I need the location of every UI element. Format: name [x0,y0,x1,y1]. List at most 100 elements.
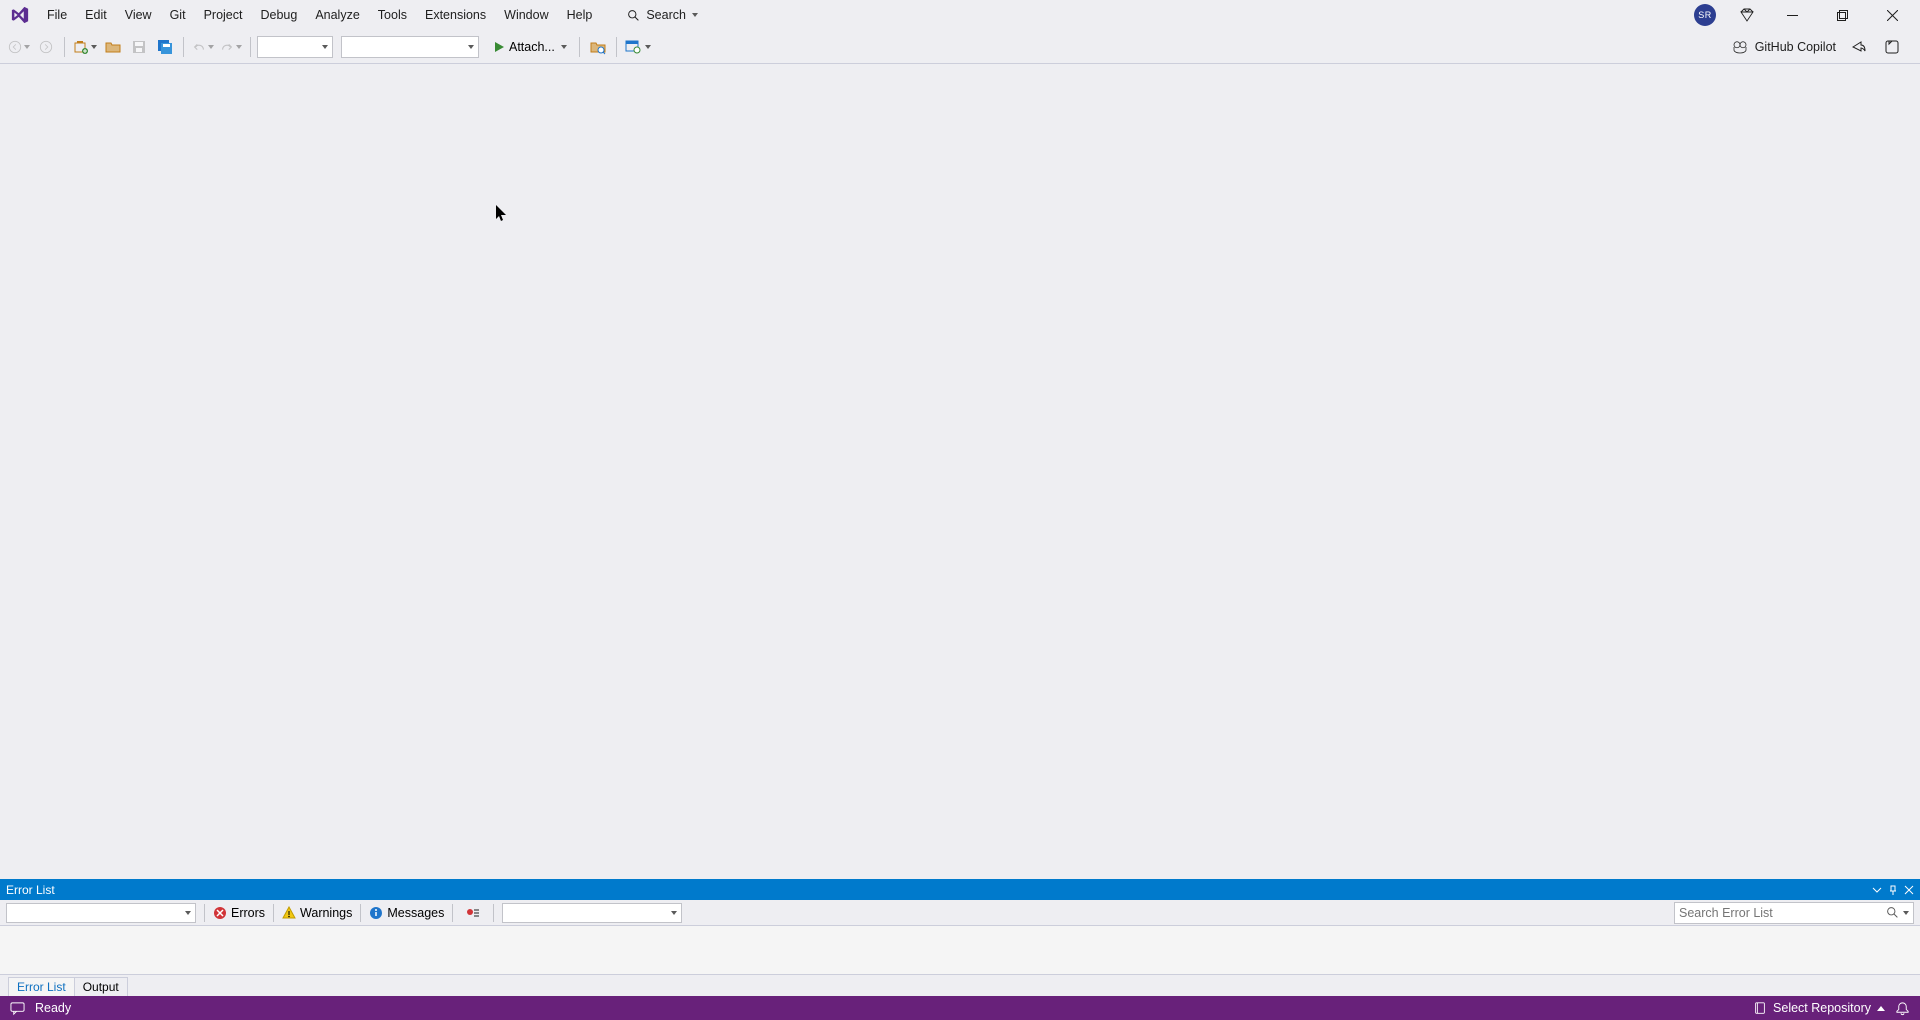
menu-file[interactable]: File [38,0,76,30]
clear-filters-button[interactable] [461,901,485,925]
chevron-up-icon [1877,1006,1885,1011]
new-project-button[interactable] [71,35,99,59]
toolbar-separator [183,37,184,57]
menu-debug[interactable]: Debug [251,0,306,30]
toolbar-separator [250,37,251,57]
chevron-down-icon [185,911,191,915]
error-list-search-input[interactable] [1679,906,1886,920]
arrow-back-icon [8,40,22,54]
error-list-header[interactable]: Error List [0,879,1920,900]
menu-git[interactable]: Git [161,0,195,30]
errors-filter-button[interactable]: Errors [213,906,265,920]
select-repository-button[interactable]: Select Repository [1753,1001,1885,1015]
save-all-button[interactable] [153,35,177,59]
warnings-filter-label: Warnings [300,906,352,920]
menu-view[interactable]: View [116,0,161,30]
toolbar-separator [616,37,617,57]
tab-output[interactable]: Output [74,977,128,996]
menu-window[interactable]: Window [495,0,557,30]
new-project-icon [73,39,89,55]
tab-error-list[interactable]: Error List [8,977,75,996]
error-list-build-combo[interactable] [502,903,682,923]
find-in-files-button[interactable] [586,35,610,59]
toolbar-right: GitHub Copilot [1731,35,1914,59]
attach-debugger-button[interactable]: Attach... [487,35,573,59]
maximize-icon [1837,10,1848,21]
mouse-cursor-icon [495,204,509,227]
menu-project[interactable]: Project [195,0,252,30]
save-all-icon [157,39,173,55]
toolbar-separator [493,904,494,922]
nav-forward-button[interactable] [34,35,58,59]
toolbar-separator [579,37,580,57]
open-folder-icon [105,39,121,55]
toolbar-separator [64,37,65,57]
notifications-button[interactable] [1895,1001,1910,1016]
main-toolbar: Attach... GitHub Copilot [0,30,1920,64]
open-file-button[interactable] [101,35,125,59]
menu-tools[interactable]: Tools [369,0,416,30]
copilot-icon [1731,38,1749,56]
undo-icon [192,40,206,54]
nav-back-button[interactable] [6,35,32,59]
browser-link-button[interactable] [623,35,653,59]
visual-studio-logo [8,3,32,27]
error-list-scope-combo[interactable] [6,903,196,923]
statusbar: Ready Select Repository [0,996,1920,1020]
toolbar-separator [204,904,205,922]
share-button[interactable] [1846,35,1870,59]
chevron-down-icon [692,13,698,17]
minimize-button[interactable] [1778,1,1806,29]
arrow-forward-icon [39,40,53,54]
save-icon [131,39,147,55]
save-button[interactable] [127,35,151,59]
pin-icon[interactable] [1888,885,1898,895]
error-list-title: Error List [6,883,1872,897]
close-button[interactable] [1878,1,1906,29]
solution-platform-combo[interactable] [341,36,479,58]
menu-edit[interactable]: Edit [76,0,116,30]
window-dropdown-icon[interactable] [1872,885,1882,895]
error-icon [213,906,227,920]
menubar: File Edit View Git Project Debug Analyze… [0,0,1920,30]
editor-area [0,64,1920,879]
bottom-tabs: Error List Output [0,974,1920,996]
warnings-filter-button[interactable]: Warnings [282,906,352,920]
play-icon [493,41,505,53]
error-list-search[interactable] [1674,902,1914,924]
undo-button[interactable] [190,35,216,59]
messages-filter-label: Messages [387,906,444,920]
toolbar-separator [360,904,361,922]
close-icon[interactable] [1904,885,1914,895]
diamond-icon[interactable] [1738,6,1756,24]
chevron-down-icon [208,45,214,49]
share-icon [1850,39,1866,55]
menu-extensions[interactable]: Extensions [416,0,495,30]
repository-icon [1753,1001,1767,1015]
bell-icon [1895,1001,1910,1016]
minimize-icon [1787,10,1798,21]
search-icon [1886,906,1899,919]
menu-items-container: File Edit View Git Project Debug Analyze… [38,0,601,30]
chat-icon[interactable] [10,1001,25,1016]
info-icon [369,906,383,920]
github-copilot-button[interactable]: GitHub Copilot [1731,38,1836,56]
feedback-button[interactable] [1880,35,1904,59]
clear-filter-icon [466,906,480,920]
attach-label: Attach... [509,40,555,54]
user-avatar[interactable]: SR [1694,4,1716,26]
chevron-down-icon [91,45,97,49]
close-icon [1887,10,1898,21]
messages-filter-button[interactable]: Messages [369,906,444,920]
menu-help[interactable]: Help [558,0,602,30]
browser-icon [625,39,641,55]
search-label: Search [646,8,686,22]
chevron-down-icon [236,45,242,49]
titlebar-right: SR [1694,1,1916,29]
solution-config-combo[interactable] [257,36,333,58]
redo-icon [220,40,234,54]
redo-button[interactable] [218,35,244,59]
maximize-button[interactable] [1828,1,1856,29]
global-search[interactable]: Search [627,8,698,22]
menu-analyze[interactable]: Analyze [306,0,368,30]
